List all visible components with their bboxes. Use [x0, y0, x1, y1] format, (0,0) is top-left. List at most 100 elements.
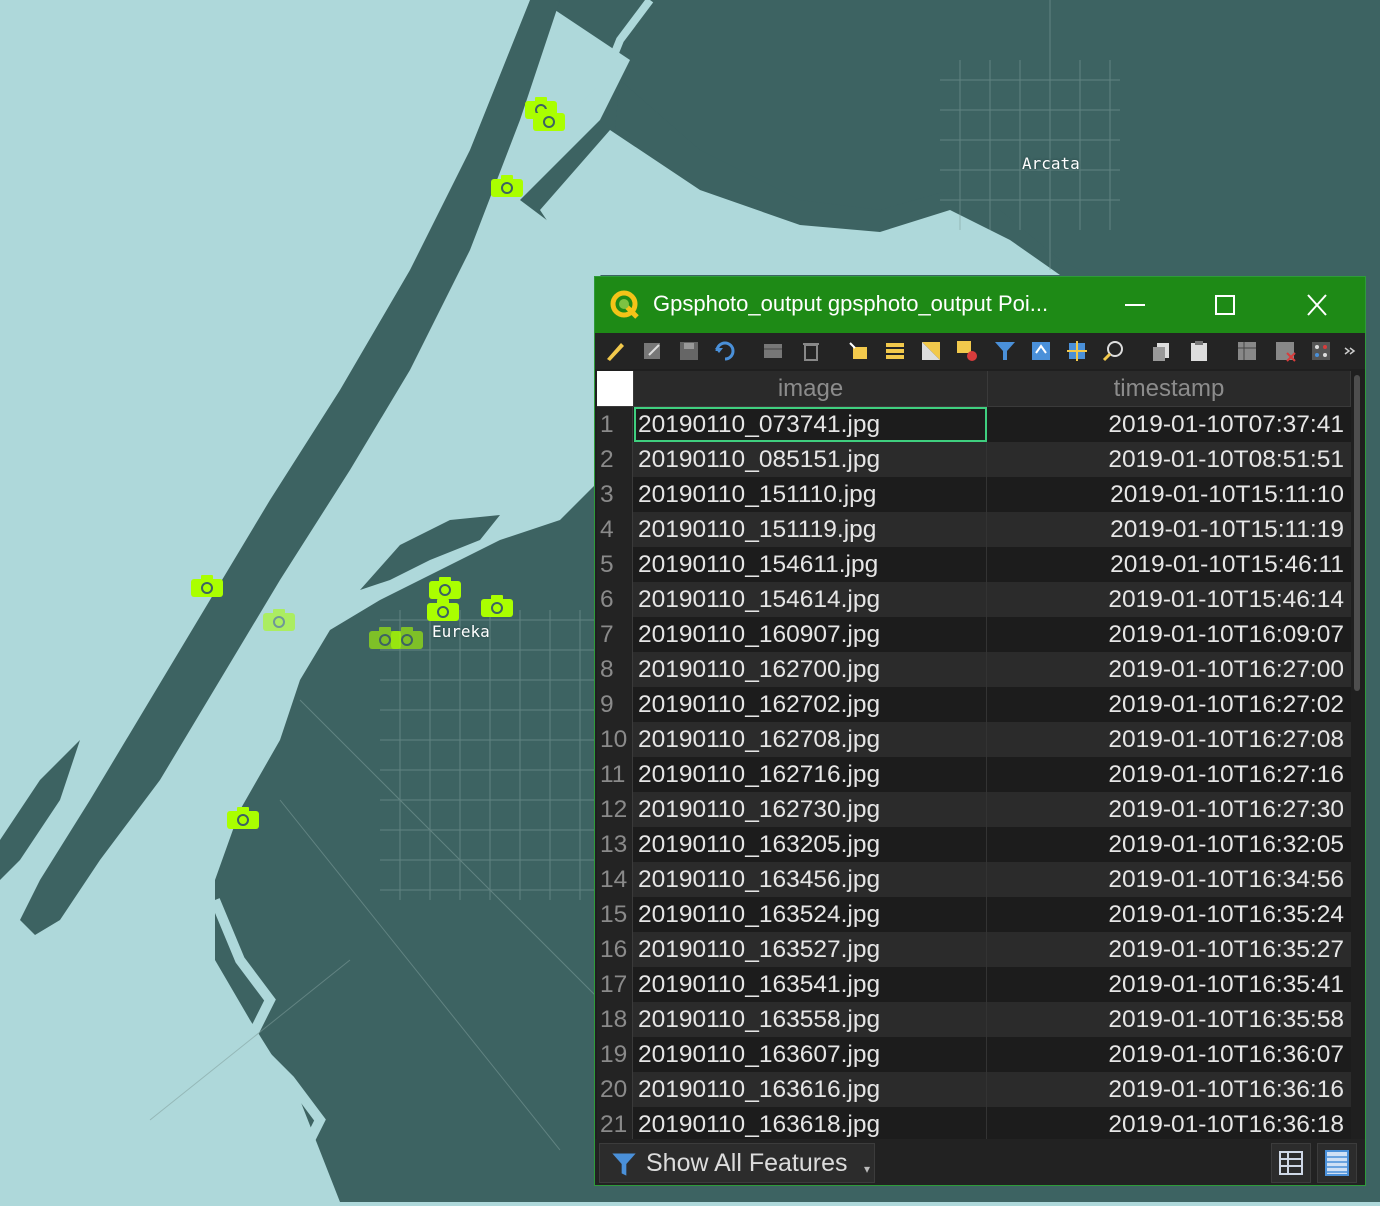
row-number[interactable]: 19	[597, 1037, 633, 1072]
row-number[interactable]: 14	[597, 862, 633, 897]
row-number[interactable]: 1	[597, 407, 633, 442]
cell-timestamp[interactable]: 2019-01-10T16:27:00	[988, 652, 1348, 687]
cell-timestamp[interactable]: 2019-01-10T08:51:51	[988, 442, 1348, 477]
cell-image[interactable]: 20190110_162708.jpg	[634, 722, 987, 757]
camera-icon[interactable]	[428, 576, 462, 600]
camera-icon[interactable]	[480, 594, 514, 618]
table-row[interactable]: 17 20190110_163541.jpg 2019-01-10T16:35:41	[597, 967, 1351, 1002]
cell-image[interactable]: 20190110_151119.jpg	[634, 512, 987, 547]
cell-image[interactable]: 20190110_163205.jpg	[634, 827, 987, 862]
table-row[interactable]: 21 20190110_163618.jpg 2019-01-10T16:36:18	[597, 1107, 1351, 1139]
more-icon[interactable]	[1343, 339, 1357, 363]
cell-timestamp[interactable]: 2019-01-10T16:27:30	[988, 792, 1348, 827]
table-row[interactable]: 16 20190110_163527.jpg 2019-01-10T16:35:27	[597, 932, 1351, 967]
cell-timestamp[interactable]: 2019-01-10T15:11:19	[988, 512, 1348, 547]
cell-image[interactable]: 20190110_163618.jpg	[634, 1107, 987, 1139]
table-row[interactable]: 7 20190110_160907.jpg 2019-01-10T16:09:07	[597, 617, 1351, 652]
cell-image[interactable]: 20190110_163456.jpg	[634, 862, 987, 897]
row-number[interactable]: 18	[597, 1002, 633, 1037]
table-row[interactable]: 14 20190110_163456.jpg 2019-01-10T16:34:56	[597, 862, 1351, 897]
row-number[interactable]: 20	[597, 1072, 633, 1107]
attribute-table-window[interactable]: Gpsphoto_output gpsphoto_output Poi... i…	[594, 276, 1366, 1186]
cell-image[interactable]: 20190110_160907.jpg	[634, 617, 987, 652]
row-number[interactable]: 13	[597, 827, 633, 862]
table-row[interactable]: 1 20190110_073741.jpg 2019-01-10T07:37:41	[597, 407, 1351, 442]
cell-timestamp[interactable]: 2019-01-10T16:35:41	[988, 967, 1348, 1002]
camera-icon[interactable]	[390, 626, 424, 650]
scrollbar-thumb[interactable]	[1354, 375, 1360, 691]
cell-timestamp[interactable]: 2019-01-10T16:27:02	[988, 687, 1348, 722]
deselect-all-icon[interactable]	[955, 339, 979, 363]
move-selection-to-top-icon[interactable]	[1029, 339, 1053, 363]
table-view-button[interactable]	[1317, 1143, 1357, 1183]
row-number[interactable]: 4	[597, 512, 633, 547]
maximize-icon[interactable]	[1195, 285, 1255, 325]
row-number[interactable]: 12	[597, 792, 633, 827]
paste-icon[interactable]	[1187, 339, 1211, 363]
field-calculator-icon[interactable]	[1309, 339, 1333, 363]
table-row[interactable]: 10 20190110_162708.jpg 2019-01-10T16:27:08	[597, 722, 1351, 757]
delete-feature-icon[interactable]	[799, 339, 823, 363]
table-row[interactable]: 19 20190110_163607.jpg 2019-01-10T16:36:07	[597, 1037, 1351, 1072]
minimize-icon[interactable]	[1105, 285, 1165, 325]
cell-timestamp[interactable]: 2019-01-10T15:11:10	[988, 477, 1348, 512]
table-row[interactable]: 13 20190110_163205.jpg 2019-01-10T16:32:05	[597, 827, 1351, 862]
reload-icon[interactable]	[713, 339, 737, 363]
pan-to-selection-icon[interactable]	[1065, 339, 1089, 363]
camera-icon[interactable]	[532, 108, 566, 132]
camera-icon[interactable]	[262, 608, 296, 632]
cell-timestamp[interactable]: 2019-01-10T16:32:05	[988, 827, 1348, 862]
row-number[interactable]: 21	[597, 1107, 633, 1139]
cell-image[interactable]: 20190110_163541.jpg	[634, 967, 987, 1002]
cell-timestamp[interactable]: 2019-01-10T16:34:56	[988, 862, 1348, 897]
table-row[interactable]: 9 20190110_162702.jpg 2019-01-10T16:27:02	[597, 687, 1351, 722]
form-view-button[interactable]	[1271, 1143, 1311, 1183]
cell-image[interactable]: 20190110_154614.jpg	[634, 582, 987, 617]
cell-image[interactable]: 20190110_151110.jpg	[634, 477, 987, 512]
title-bar[interactable]: Gpsphoto_output gpsphoto_output Poi...	[595, 277, 1365, 333]
row-number[interactable]: 8	[597, 652, 633, 687]
invert-selection-icon[interactable]	[919, 339, 943, 363]
camera-icon[interactable]	[490, 174, 524, 198]
cell-image[interactable]: 20190110_163607.jpg	[634, 1037, 987, 1072]
cell-image[interactable]: 20190110_162730.jpg	[634, 792, 987, 827]
cell-image[interactable]: 20190110_073741.jpg	[634, 407, 987, 442]
add-feature-icon[interactable]	[761, 339, 785, 363]
delete-field-icon[interactable]	[1273, 339, 1297, 363]
camera-icon[interactable]	[426, 598, 460, 622]
column-header-image[interactable]: image	[634, 371, 988, 407]
cell-timestamp[interactable]: 2019-01-10T15:46:14	[988, 582, 1348, 617]
row-number[interactable]: 2	[597, 442, 633, 477]
row-number[interactable]: 3	[597, 477, 633, 512]
table-row[interactable]: 3 20190110_151110.jpg 2019-01-10T15:11:10	[597, 477, 1351, 512]
cell-timestamp[interactable]: 2019-01-10T15:46:11	[988, 547, 1348, 582]
row-number[interactable]: 7	[597, 617, 633, 652]
cell-timestamp[interactable]: 2019-01-10T16:35:24	[988, 897, 1348, 932]
select-all-icon[interactable]	[883, 339, 907, 363]
table-row[interactable]: 8 20190110_162700.jpg 2019-01-10T16:27:00	[597, 652, 1351, 687]
toggle-editing-icon[interactable]	[603, 339, 627, 363]
camera-icon[interactable]	[226, 806, 260, 830]
cell-image[interactable]: 20190110_162716.jpg	[634, 757, 987, 792]
table-row[interactable]: 6 20190110_154614.jpg 2019-01-10T15:46:14	[597, 582, 1351, 617]
cell-image[interactable]: 20190110_163524.jpg	[634, 897, 987, 932]
cell-timestamp[interactable]: 2019-01-10T16:36:16	[988, 1072, 1348, 1107]
row-number[interactable]: 16	[597, 932, 633, 967]
show-all-features-button[interactable]: Show All Features ▾	[599, 1143, 875, 1183]
row-number[interactable]: 15	[597, 897, 633, 932]
cell-image[interactable]: 20190110_162700.jpg	[634, 652, 987, 687]
row-number[interactable]: 17	[597, 967, 633, 1002]
table-row[interactable]: 11 20190110_162716.jpg 2019-01-10T16:27:16	[597, 757, 1351, 792]
row-number[interactable]: 10	[597, 722, 633, 757]
table-row[interactable]: 12 20190110_162730.jpg 2019-01-10T16:27:30	[597, 792, 1351, 827]
cell-image[interactable]: 20190110_163616.jpg	[634, 1072, 987, 1107]
cell-image[interactable]: 20190110_162702.jpg	[634, 687, 987, 722]
select-all-corner[interactable]	[597, 371, 634, 407]
zoom-to-selection-icon[interactable]	[1101, 339, 1125, 363]
save-edits-icon[interactable]	[677, 339, 701, 363]
close-icon[interactable]	[1287, 285, 1347, 325]
column-header-timestamp[interactable]: timestamp	[988, 371, 1351, 407]
table-row[interactable]: 18 20190110_163558.jpg 2019-01-10T16:35:58	[597, 1002, 1351, 1037]
cell-timestamp[interactable]: 2019-01-10T16:35:27	[988, 932, 1348, 967]
new-field-icon[interactable]	[1235, 339, 1259, 363]
